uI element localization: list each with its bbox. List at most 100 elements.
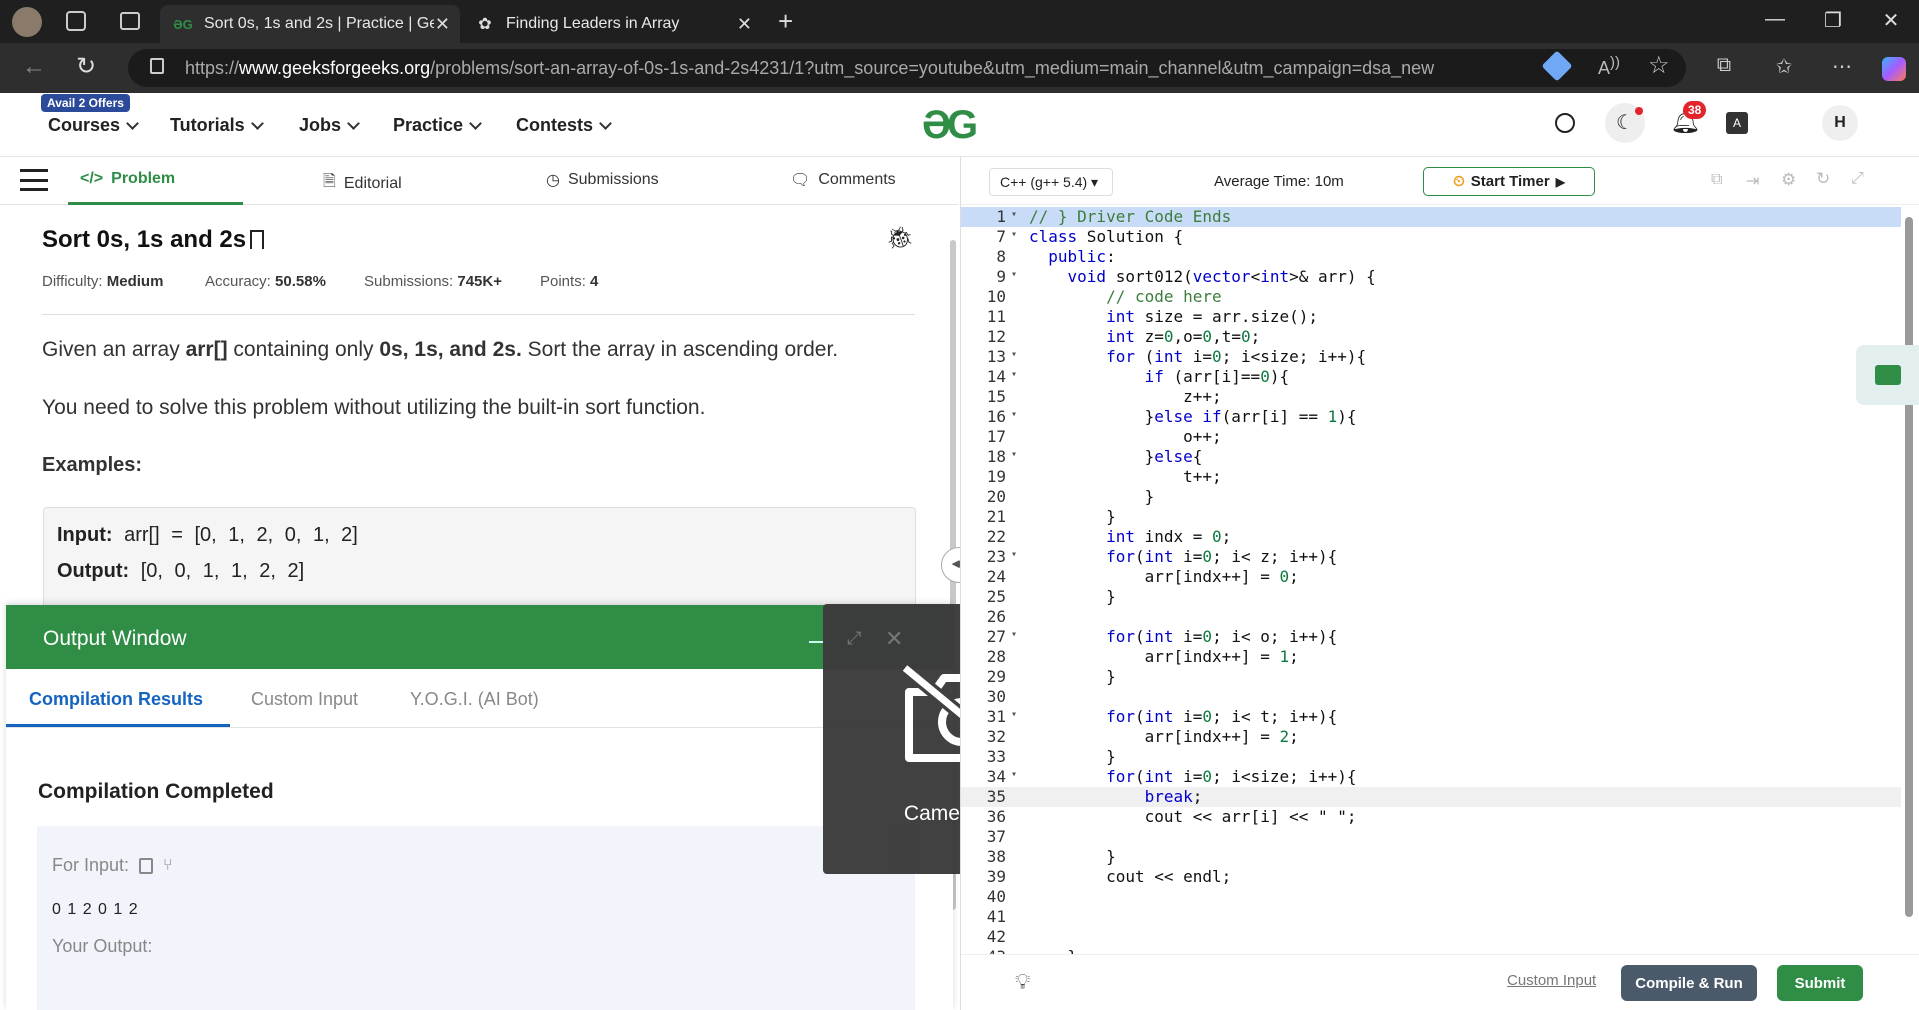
close-tab-icon[interactable]: ✕	[435, 14, 450, 35]
close-tab-icon[interactable]: ✕	[737, 14, 752, 35]
code-line[interactable]: 11 int size = arr.size();	[961, 307, 1901, 327]
feedback-chat-button[interactable]	[1856, 345, 1919, 405]
back-icon[interactable]: ←	[22, 53, 46, 81]
code-line[interactable]: 32 arr[indx++] = 2;	[961, 727, 1901, 747]
workspaces-icon[interactable]	[66, 11, 86, 31]
copy-code-icon[interactable]: ⧉	[1711, 171, 1722, 189]
code-line[interactable]: 33 }	[961, 747, 1901, 767]
tab-custom-input[interactable]: Custom Input	[251, 689, 358, 710]
fold-arrow-icon[interactable]: ▾	[1011, 769, 1017, 780]
bookmark-icon[interactable]	[250, 230, 265, 249]
code-line[interactable]: 23 ▾ for(int i=0; i< z; i++){	[961, 547, 1901, 567]
profile-avatar[interactable]	[12, 7, 42, 37]
tab-editorial[interactable]: 🗎 Editorial	[323, 170, 402, 197]
editor-scrollbar[interactable]	[1905, 217, 1913, 917]
code-line[interactable]: 12 int z=0,o=0,t=0;	[961, 327, 1901, 347]
search-icon[interactable]	[1555, 113, 1575, 133]
vertical-tabs-icon[interactable]	[120, 12, 140, 30]
copilot-icon[interactable]	[1882, 57, 1906, 81]
extensions-icon[interactable]: ⧉	[1710, 54, 1738, 77]
nav-tutorials[interactable]: Tutorials	[170, 115, 264, 136]
tab-submissions[interactable]: ◷ Submissions	[546, 170, 659, 190]
favorite-star-icon[interactable]: ☆	[1648, 51, 1670, 80]
fold-arrow-icon[interactable]: ▾	[1011, 369, 1017, 380]
code-line[interactable]: 16 ▾ }else if(arr[i] == 1){	[961, 407, 1901, 427]
code-line[interactable]: 22 int indx = 0;	[961, 527, 1901, 547]
code-line[interactable]: 1 ▾ // } Driver Code Ends	[961, 207, 1901, 227]
code-line[interactable]: 14 ▾ if (arr[i]==0){	[961, 367, 1901, 387]
browser-tab-active[interactable]: ƏG Sort 0s, 1s and 2s | Practice | Geek …	[160, 5, 460, 43]
translate-icon[interactable]: A	[1726, 112, 1748, 134]
code-line[interactable]: 17 o++;	[961, 427, 1901, 447]
code-line[interactable]: 18 ▾ }else{	[961, 447, 1901, 467]
gfg-logo[interactable]: ƏG	[922, 103, 978, 148]
browser-tab[interactable]: ✿ Finding Leaders in Array ✕	[462, 5, 762, 43]
minimize-output-icon[interactable]	[809, 641, 823, 643]
code-line[interactable]: 34 ▾ for(int i=0; i<size; i++){	[961, 767, 1901, 787]
code-line[interactable]: 8 public:	[961, 247, 1901, 267]
code-line[interactable]: 20 }	[961, 487, 1901, 507]
compile-run-button[interactable]: Compile & Run	[1621, 965, 1757, 1001]
lock-icon[interactable]	[150, 58, 164, 74]
fullscreen-icon[interactable]: ⤢	[1851, 170, 1864, 188]
copy-icon[interactable]	[139, 857, 154, 874]
fold-arrow-icon[interactable]: ▾	[1011, 709, 1017, 720]
fold-arrow-icon[interactable]: ▾	[1011, 229, 1017, 240]
custom-input-link[interactable]: Custom Input	[1507, 972, 1596, 989]
code-line[interactable]: 7 ▾ class Solution {	[961, 227, 1901, 247]
fold-arrow-icon[interactable]: ▾	[1011, 409, 1017, 420]
code-line[interactable]: 10 // code here	[961, 287, 1901, 307]
minimize-icon[interactable]: —	[1760, 8, 1790, 31]
fold-arrow-icon[interactable]: ▾	[1011, 629, 1017, 640]
code-line[interactable]: 21 }	[961, 507, 1901, 527]
code-line[interactable]: 35 break;	[961, 787, 1901, 807]
fold-arrow-icon[interactable]: ▾	[1011, 549, 1017, 560]
code-line[interactable]: 37	[961, 827, 1901, 847]
nav-courses[interactable]: Courses	[48, 115, 139, 136]
user-avatar[interactable]: H	[1822, 105, 1858, 141]
tab-problem[interactable]: </> Problem	[80, 170, 175, 188]
code-line[interactable]: 15 z++;	[961, 387, 1901, 407]
code-line[interactable]: 13 ▾ for (int i=0; i<size; i++){	[961, 347, 1901, 367]
code-line[interactable]: 41	[961, 907, 1901, 927]
refresh-icon[interactable]: ↻	[76, 52, 96, 81]
start-timer-button[interactable]: ⏲ Start Timer ▶	[1423, 167, 1595, 196]
offer-badge[interactable]: Avail 2 Offers	[41, 94, 130, 112]
read-aloud-icon[interactable]: A))	[1598, 54, 1620, 79]
code-line[interactable]: 24 arr[indx++] = 0;	[961, 567, 1901, 587]
restore-icon[interactable]: ❐	[1818, 8, 1848, 33]
nav-contests[interactable]: Contests	[516, 115, 612, 136]
expand-icon[interactable]: ⤢	[847, 628, 861, 649]
url-field[interactable]: https://www.geeksforgeeks.org/problems/s…	[128, 49, 1686, 87]
new-tab-button[interactable]: +	[778, 6, 793, 37]
hamburger-menu-icon[interactable]	[20, 169, 48, 191]
close-window-icon[interactable]: ✕	[1876, 8, 1906, 33]
code-line[interactable]: 29 }	[961, 667, 1901, 687]
language-select[interactable]: C++ (g++ 5.4) ▾	[989, 168, 1113, 196]
fold-arrow-icon[interactable]: ▾	[1011, 269, 1017, 280]
code-line[interactable]: 30	[961, 687, 1901, 707]
submit-button[interactable]: Submit	[1777, 965, 1863, 1001]
fold-arrow-icon[interactable]: ▾	[1011, 209, 1017, 220]
nav-practice[interactable]: Practice	[393, 115, 482, 136]
reset-icon[interactable]: ↻	[1816, 169, 1830, 189]
code-line[interactable]: 27 ▾ for(int i=0; i< o; i++){	[961, 627, 1901, 647]
fold-arrow-icon[interactable]: ▾	[1011, 449, 1017, 460]
tab-comments[interactable]: 🗨︎ Comments	[790, 170, 896, 190]
favorites-icon[interactable]: ✩	[1770, 54, 1798, 79]
code-line[interactable]: 26	[961, 607, 1901, 627]
nav-jobs[interactable]: Jobs	[299, 115, 360, 136]
code-line[interactable]: 42	[961, 927, 1901, 947]
export-icon[interactable]: ⇥	[1746, 171, 1759, 191]
fold-arrow-icon[interactable]: ▾	[1011, 349, 1017, 360]
report-bug-icon[interactable]: 🐞︎	[886, 225, 914, 251]
branch-icon[interactable]: ⑂	[163, 857, 173, 875]
code-line[interactable]: 19 t++;	[961, 467, 1901, 487]
code-line[interactable]: 25 }	[961, 587, 1901, 607]
code-line[interactable]: 40	[961, 887, 1901, 907]
code-area[interactable]: 1 ▾ // } Driver Code Ends 7 ▾ class Solution …	[961, 207, 1901, 955]
code-line[interactable]: 39 cout << endl;	[961, 867, 1901, 887]
settings-gear-icon[interactable]: ⚙	[1781, 170, 1796, 190]
close-camera-icon[interactable]: ✕	[885, 626, 903, 652]
code-line[interactable]: 38 }	[961, 847, 1901, 867]
